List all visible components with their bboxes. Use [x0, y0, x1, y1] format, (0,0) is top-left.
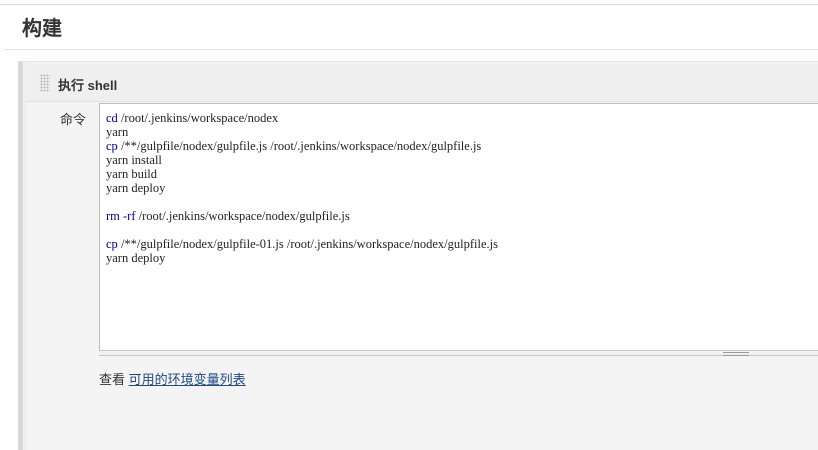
- command-keyword: cp: [106, 237, 118, 251]
- command-segment: /**/gulpfile/nodex/gulpfile.js /root/.je…: [117, 139, 482, 153]
- command-label: 命令: [60, 112, 87, 127]
- command-segment: /**/gulpfile/nodex/gulpfile-01.js /root/…: [117, 237, 498, 251]
- command-segment: /root/.jenkins/workspace/nodex: [117, 111, 279, 125]
- command-segment: yarn install: [106, 153, 162, 167]
- drag-handle-icon[interactable]: [40, 74, 50, 92]
- command-segment: yarn deploy: [106, 251, 166, 265]
- build-step-title: 执行 shell: [58, 78, 118, 93]
- help-prefix: 查看: [99, 372, 129, 387]
- textarea-resize-handle[interactable]: [99, 350, 818, 356]
- top-divider: [0, 4, 818, 5]
- command-keyword: cd: [106, 111, 118, 125]
- section-divider: [3, 49, 818, 50]
- command-keyword: rm: [106, 209, 120, 223]
- command-textarea[interactable]: cd /root/.jenkins/workspace/nodex yarn c…: [99, 103, 818, 355]
- help-text: 查看 可用的环境变量列表: [99, 369, 246, 388]
- command-segment: yarn build: [106, 167, 158, 181]
- command-text: cd /root/.jenkins/workspace/nodex yarn c…: [106, 111, 498, 265]
- command-segment: yarn: [106, 125, 129, 139]
- command-keyword: -rf: [123, 209, 136, 223]
- command-keyword: cp: [106, 139, 118, 153]
- section-title: 构建: [22, 18, 62, 40]
- command-segment: /root/.jenkins/workspace/nodex/gulpfile.…: [135, 209, 350, 223]
- build-step-header: [25, 64, 818, 102]
- env-vars-link[interactable]: 可用的环境变量列表: [129, 372, 246, 387]
- command-segment: yarn deploy: [106, 181, 166, 195]
